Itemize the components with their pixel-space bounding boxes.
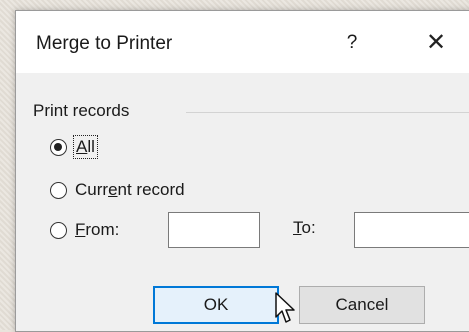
cancel-button-label: Cancel bbox=[335, 295, 389, 314]
group-divider bbox=[186, 112, 469, 113]
to-label-suffix: o: bbox=[301, 218, 316, 237]
merge-to-printer-dialog: Merge to Printer ? ✕ Print records All C… bbox=[15, 10, 469, 332]
to-label: To: bbox=[293, 218, 316, 238]
radio-current-record-button[interactable] bbox=[50, 181, 67, 199]
radio-current-record-suffix: nt record bbox=[117, 180, 185, 199]
help-button[interactable]: ? bbox=[342, 31, 362, 55]
radio-all-mnemonic: A bbox=[76, 137, 88, 156]
radio-from[interactable]: From: bbox=[50, 217, 119, 243]
radio-current-record[interactable]: Current record bbox=[50, 177, 185, 203]
ok-button-label: OK bbox=[203, 295, 229, 314]
radio-from-button[interactable] bbox=[50, 221, 67, 239]
radio-all-button[interactable] bbox=[50, 138, 67, 156]
close-icon[interactable]: ✕ bbox=[421, 29, 451, 57]
radio-all-label-suffix: ll bbox=[87, 137, 95, 156]
ok-button[interactable]: OK bbox=[153, 286, 279, 324]
radio-current-record-mnemonic: e bbox=[108, 180, 118, 199]
dialog-body: Print records All Current record From: T… bbox=[16, 73, 469, 331]
radio-current-record-label: Current record bbox=[75, 180, 185, 200]
radio-all[interactable]: All bbox=[50, 134, 98, 160]
radio-all-label: All bbox=[73, 135, 98, 159]
radio-from-mnemonic: F bbox=[75, 220, 86, 239]
title-bar: Merge to Printer ? ✕ bbox=[16, 11, 469, 73]
mouse-pointer-icon bbox=[275, 292, 295, 323]
dialog-title: Merge to Printer bbox=[36, 33, 173, 54]
print-records-group-label: Print records bbox=[33, 101, 136, 121]
from-input[interactable] bbox=[168, 212, 260, 248]
cancel-button[interactable]: Cancel bbox=[299, 286, 425, 324]
to-label-mnemonic: T bbox=[293, 218, 302, 237]
radio-from-suffix: rom: bbox=[85, 220, 120, 239]
radio-current-record-prefix: Curr bbox=[75, 180, 109, 199]
to-input[interactable] bbox=[354, 212, 469, 248]
radio-from-label: From: bbox=[75, 220, 119, 240]
